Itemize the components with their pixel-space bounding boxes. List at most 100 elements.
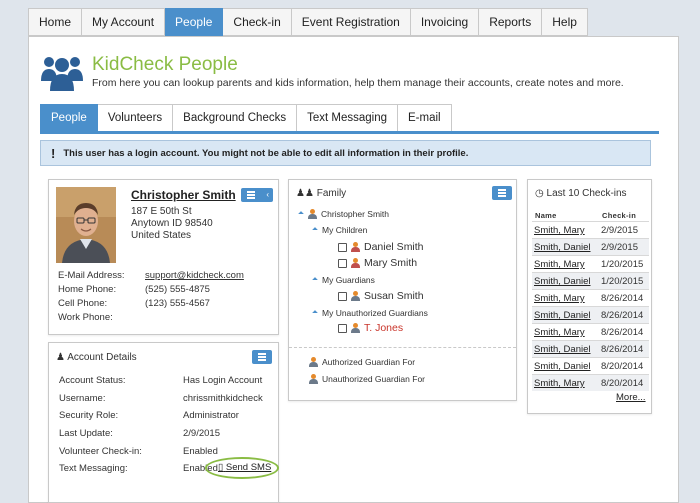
cell-phone-label: Cell Phone: bbox=[58, 298, 108, 309]
tree-node-unauthorized-guardians[interactable]: My Unauthorized Guardians bbox=[312, 308, 428, 318]
exclamation-icon: ! bbox=[51, 145, 56, 161]
col-header-checkin: Check-in bbox=[602, 211, 637, 220]
table-row: Smith, Daniel 8/26/2014 bbox=[532, 340, 649, 357]
avatar bbox=[56, 187, 116, 263]
checkin-name-link[interactable]: Smith, Mary bbox=[534, 378, 585, 389]
security-role-value: Administrator bbox=[183, 410, 239, 421]
top-nav: Home My Account People Check-in Event Re… bbox=[28, 8, 588, 36]
page-description: From here you can lookup parents and kid… bbox=[92, 77, 624, 89]
checkin-date: 8/26/2014 bbox=[601, 327, 644, 338]
tree-node-unauthorized[interactable]: T. Jones bbox=[338, 322, 403, 334]
checkin-name-link[interactable]: Smith, Mary bbox=[534, 259, 585, 270]
profile-menu-button[interactable]: ‹ bbox=[241, 188, 273, 202]
child-icon bbox=[351, 242, 360, 252]
tree-node-guardian[interactable]: Susan Smith bbox=[338, 290, 424, 302]
sub-tab-email[interactable]: E-mail bbox=[398, 104, 452, 132]
table-row: Smith, Mary 2/9/2015 bbox=[532, 221, 649, 238]
username-label: Username: bbox=[59, 393, 106, 404]
person-icon bbox=[308, 209, 317, 219]
security-role-label: Security Role: bbox=[59, 410, 119, 421]
checkin-date: 8/20/2014 bbox=[601, 378, 644, 389]
sub-tab-underline bbox=[40, 131, 659, 134]
family-title: ♟♟ Family bbox=[296, 188, 347, 199]
account-details-title: ♟ Account Details bbox=[56, 352, 137, 363]
login-account-alert: ! This user has a login account. You mig… bbox=[40, 140, 651, 166]
top-tab-check-in[interactable]: Check-in bbox=[223, 8, 292, 36]
expand-icon bbox=[312, 310, 318, 316]
table-row: Smith, Daniel 2/9/2015 bbox=[532, 238, 649, 255]
checkin-name-link[interactable]: Smith, Daniel bbox=[534, 242, 591, 253]
profile-card: Christopher Smith ‹ 187 E 50th St Anytow… bbox=[48, 179, 279, 335]
checkin-name-link[interactable]: Smith, Daniel bbox=[534, 344, 591, 355]
page-title: KidCheck People bbox=[92, 54, 238, 75]
person-icon bbox=[351, 323, 360, 333]
top-tab-my-account[interactable]: My Account bbox=[82, 8, 166, 36]
tree-node-my-children[interactable]: My Children bbox=[312, 225, 367, 235]
sub-tab-volunteers[interactable]: Volunteers bbox=[97, 104, 174, 132]
family-icon: ♟♟ bbox=[296, 188, 314, 199]
family-card: ♟♟ Family Christopher Smith My Children … bbox=[288, 179, 517, 401]
checkin-name-link[interactable]: Smith, Daniel bbox=[534, 310, 591, 321]
checkin-date: 8/20/2014 bbox=[601, 361, 644, 372]
top-tab-people[interactable]: People bbox=[165, 8, 224, 36]
account-details-menu-button[interactable] bbox=[252, 350, 272, 364]
unauthorized-guardian-for[interactable]: Unauthorized Guardian For bbox=[309, 374, 425, 384]
checkins-title: ◷ Last 10 Check-ins bbox=[535, 188, 627, 199]
table-row: Smith, Mary 8/26/2014 bbox=[532, 289, 649, 306]
cell-phone-value: (123) 555-4567 bbox=[145, 298, 210, 309]
text-messaging-label: Text Messaging: bbox=[59, 463, 128, 474]
tree-node-child[interactable]: Mary Smith bbox=[338, 257, 417, 269]
unauthorized-checkbox[interactable] bbox=[338, 323, 347, 333]
child-icon bbox=[351, 258, 360, 268]
top-tab-event-registration[interactable]: Event Registration bbox=[291, 8, 411, 36]
address-line-2: Anytown ID 98540 bbox=[131, 218, 213, 229]
table-row: Smith, Mary 8/26/2014 bbox=[532, 323, 649, 340]
table-row: Smith, Daniel 8/26/2014 bbox=[532, 306, 649, 323]
table-row: Smith, Daniel 8/20/2014 bbox=[532, 357, 649, 374]
more-checkins-link[interactable]: More... bbox=[616, 392, 646, 403]
address-line-1: 187 E 50th St bbox=[131, 206, 192, 217]
guardian-checkbox[interactable] bbox=[338, 291, 347, 301]
username-value: chrissmithkidcheck bbox=[183, 393, 263, 404]
email-value[interactable]: support@kidcheck.com bbox=[145, 270, 244, 281]
checkin-name-link[interactable]: Smith, Daniel bbox=[534, 276, 591, 287]
send-sms-link[interactable]: ▯ Send SMS bbox=[218, 462, 271, 473]
checkin-date: 8/26/2014 bbox=[601, 310, 644, 321]
expand-icon bbox=[298, 211, 304, 217]
tree-node-my-guardians[interactable]: My Guardians bbox=[312, 275, 375, 285]
account-status-label: Account Status: bbox=[59, 375, 126, 386]
child-checkbox[interactable] bbox=[338, 242, 347, 252]
checkin-date: 1/20/2015 bbox=[601, 259, 644, 270]
profile-name[interactable]: Christopher Smith bbox=[131, 188, 236, 202]
top-tab-home[interactable]: Home bbox=[28, 8, 83, 36]
tree-node-child[interactable]: Daniel Smith bbox=[338, 241, 424, 253]
child-checkbox[interactable] bbox=[338, 258, 347, 268]
expand-icon bbox=[312, 227, 318, 233]
checkin-name-link[interactable]: Smith, Daniel bbox=[534, 361, 591, 372]
sub-tab-people[interactable]: People bbox=[40, 104, 98, 132]
last-update-label: Last Update: bbox=[59, 428, 113, 439]
person-icon bbox=[309, 357, 318, 367]
expand-icon bbox=[312, 277, 318, 283]
account-status-value: Has Login Account bbox=[183, 375, 263, 386]
volunteer-checkin-label: Volunteer Check-in: bbox=[59, 446, 142, 457]
clock-icon: ◷ bbox=[535, 188, 544, 199]
checkin-date: 2/9/2015 bbox=[601, 225, 638, 236]
family-menu-button[interactable] bbox=[492, 186, 512, 200]
checkin-name-link[interactable]: Smith, Mary bbox=[534, 293, 585, 304]
sub-tab-text-messaging[interactable]: Text Messaging bbox=[297, 104, 398, 132]
checkin-date: 8/26/2014 bbox=[601, 344, 644, 355]
alert-text: This user has a login account. You might… bbox=[63, 147, 469, 159]
volunteer-checkin-value: Enabled bbox=[183, 446, 218, 457]
checkin-name-link[interactable]: Smith, Mary bbox=[534, 225, 585, 236]
last-update-value: 2/9/2015 bbox=[183, 428, 220, 439]
top-tab-invoicing[interactable]: Invoicing bbox=[410, 8, 480, 36]
checkin-date: 2/9/2015 bbox=[601, 242, 638, 253]
top-tab-help[interactable]: Help bbox=[542, 8, 588, 36]
tree-node-root[interactable]: Christopher Smith bbox=[298, 209, 389, 219]
checkin-name-link[interactable]: Smith, Mary bbox=[534, 327, 585, 338]
authorized-guardian-for[interactable]: Authorized Guardian For bbox=[309, 357, 415, 367]
top-tab-reports[interactable]: Reports bbox=[479, 8, 543, 36]
sub-tab-background-checks[interactable]: Background Checks bbox=[173, 104, 298, 132]
work-phone-label: Work Phone: bbox=[58, 312, 113, 323]
